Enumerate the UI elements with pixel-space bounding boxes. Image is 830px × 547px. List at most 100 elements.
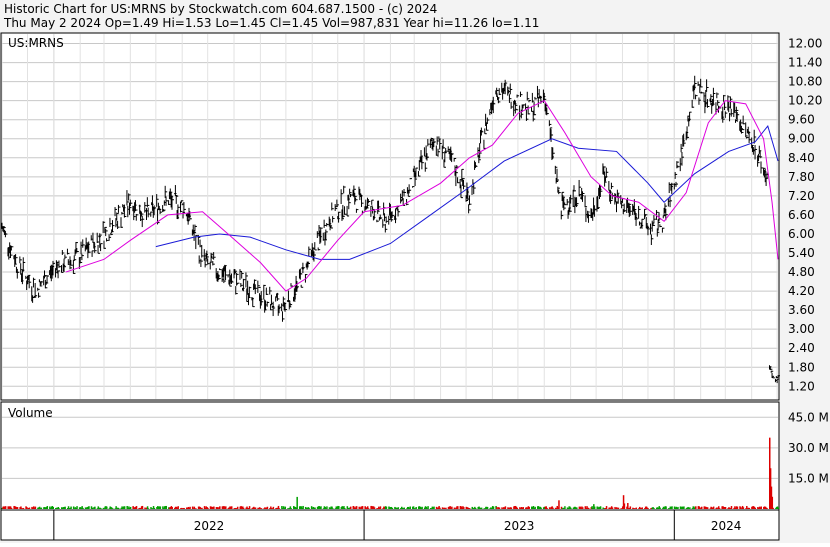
volume-bar bbox=[22, 507, 25, 509]
volume-tick-label: 30.0 M bbox=[788, 441, 829, 455]
price-tick-label: 4.80 bbox=[788, 265, 815, 279]
volume-bar bbox=[760, 506, 763, 509]
volume-bar bbox=[599, 506, 602, 509]
price-tick-label: 11.40 bbox=[788, 56, 822, 70]
volume-bar bbox=[593, 506, 596, 509]
volume-bar bbox=[665, 506, 667, 509]
volume-bar bbox=[111, 508, 114, 509]
volume-bar bbox=[617, 507, 620, 509]
volume-bar bbox=[230, 506, 233, 509]
volume-bar bbox=[564, 506, 566, 509]
date-axis-panel bbox=[0, 509, 780, 541]
volume-bar bbox=[701, 506, 703, 509]
volume-bar bbox=[141, 505, 144, 509]
volume-bar bbox=[409, 506, 411, 509]
volume-bar bbox=[147, 508, 150, 509]
volume-bar bbox=[712, 506, 715, 509]
stock-chart: 12.00 11.40 10.80 10.20 9.60 9.00 8.40 7.80 7.20… bbox=[0, 0, 830, 543]
volume-bar bbox=[671, 506, 673, 509]
header-line-2: Thu May 2 2024 Op=1.49 Hi=1.53 Lo=1.45 C… bbox=[3, 16, 539, 30]
price-tick-label: 6.00 bbox=[788, 227, 815, 241]
price-axis-ticks: 12.00 11.40 10.80 10.20 9.60 9.00 8.40 7.80 7.20… bbox=[788, 37, 822, 394]
volume-bar bbox=[463, 507, 465, 509]
volume-bar bbox=[748, 507, 751, 509]
volume-tick-label: 15.0 M bbox=[788, 471, 829, 485]
volume-bar bbox=[766, 508, 768, 509]
volume-bar bbox=[635, 507, 638, 509]
volume-bar bbox=[627, 503, 629, 509]
volume-bar bbox=[320, 506, 322, 509]
volume-bar bbox=[534, 506, 536, 509]
volume-bar bbox=[82, 507, 84, 509]
volume-bar bbox=[582, 507, 584, 509]
volume-bar bbox=[135, 506, 138, 509]
volume-bar bbox=[308, 507, 310, 509]
volume-bar bbox=[486, 506, 489, 509]
volume-bar bbox=[183, 507, 185, 509]
price-tick-label: 1.80 bbox=[788, 360, 815, 374]
volume-bar bbox=[706, 507, 709, 509]
volume-bar bbox=[46, 506, 49, 509]
volume-bar bbox=[349, 506, 352, 509]
volume-bar bbox=[468, 508, 471, 509]
volume-bar bbox=[129, 506, 132, 509]
volume-label: Volume bbox=[8, 406, 53, 420]
volume-bar bbox=[498, 507, 501, 509]
volume-bar bbox=[153, 507, 156, 509]
volume-bar bbox=[623, 503, 626, 509]
volume-bar bbox=[195, 508, 197, 509]
volume-bar bbox=[427, 506, 429, 509]
volume-bar bbox=[58, 508, 60, 509]
volume-bar bbox=[771, 496, 774, 509]
volume-bar bbox=[52, 506, 54, 509]
volume-bar bbox=[123, 506, 126, 509]
volume-bar bbox=[260, 508, 263, 509]
volume-bar bbox=[522, 507, 525, 509]
volume-bar bbox=[653, 508, 655, 509]
volume-bar bbox=[385, 506, 388, 509]
volume-bar bbox=[724, 506, 727, 509]
volume-bar bbox=[189, 506, 191, 509]
volume-bar bbox=[457, 506, 459, 509]
price-tick-label: 12.00 bbox=[788, 37, 822, 51]
symbol-label: US:MRNS bbox=[8, 36, 64, 50]
volume-bar bbox=[445, 507, 447, 509]
volume-bar bbox=[225, 506, 227, 509]
price-tick-label: 8.40 bbox=[788, 151, 815, 165]
volume-bar bbox=[492, 506, 495, 509]
volume-bar bbox=[570, 507, 572, 509]
volume-tick-label: 45.0 M bbox=[788, 410, 829, 424]
year-label: 2022 bbox=[194, 519, 225, 533]
volume-bar bbox=[629, 506, 632, 509]
volume-bar bbox=[266, 506, 269, 509]
volume-bar bbox=[171, 507, 173, 509]
year-label: 2024 bbox=[711, 519, 742, 533]
volume-bar bbox=[64, 506, 66, 509]
volume-bar bbox=[379, 506, 382, 509]
price-tick-label: 5.40 bbox=[788, 246, 815, 260]
volume-bar bbox=[117, 507, 120, 509]
price-tick-label: 7.20 bbox=[788, 189, 815, 203]
price-tick-label: 3.60 bbox=[788, 303, 815, 317]
volume-bar bbox=[326, 506, 328, 509]
volume-bar bbox=[159, 506, 162, 509]
volume-bar bbox=[40, 507, 43, 509]
volume-bar bbox=[373, 507, 376, 509]
volume-bar bbox=[367, 508, 370, 509]
volume-bar bbox=[474, 507, 477, 509]
volume-bar bbox=[236, 506, 239, 509]
volume-bar bbox=[777, 507, 779, 509]
price-tick-label: 10.20 bbox=[788, 94, 822, 108]
volume-bar bbox=[302, 505, 304, 509]
header-line-1: Historic Chart for US:MRNS by Stockwatch… bbox=[4, 2, 437, 16]
volume-bar bbox=[439, 507, 441, 509]
volume-bar bbox=[611, 507, 614, 509]
volume-bar bbox=[248, 506, 251, 509]
year-label: 2023 bbox=[504, 519, 535, 533]
volume-bar bbox=[415, 507, 417, 509]
volume-bar bbox=[296, 496, 298, 509]
volume-bar bbox=[540, 507, 542, 509]
price-tick-label: 6.60 bbox=[788, 208, 815, 222]
volume-bar bbox=[284, 506, 287, 509]
volume-bar bbox=[361, 506, 364, 509]
